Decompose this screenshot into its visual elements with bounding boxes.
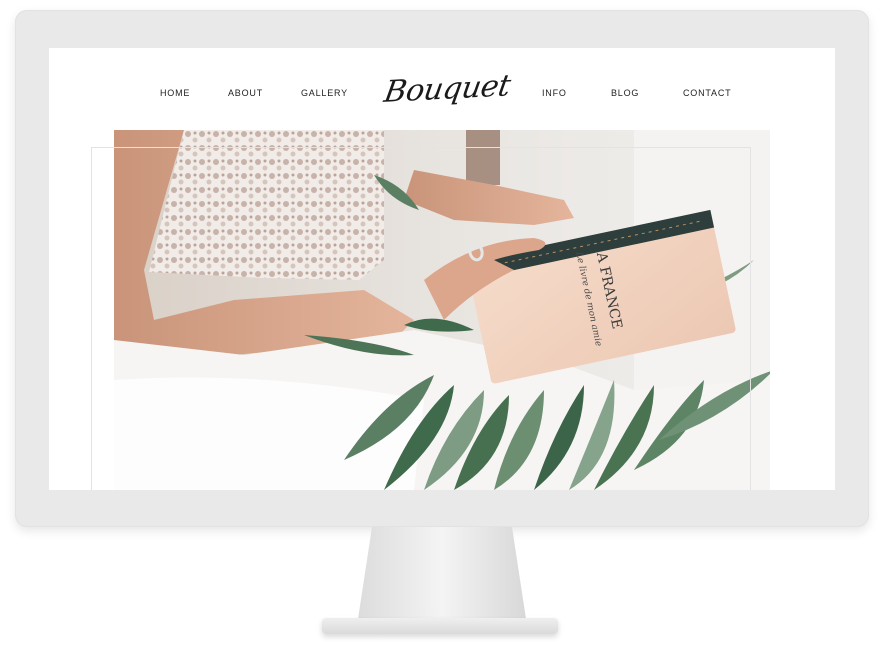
nav-contact-link[interactable]: CONTACT (683, 88, 731, 98)
main-navigation: HOME ABOUT GALLERY Bouquet INFO BLOG CON… (49, 48, 835, 130)
site-logo[interactable]: Bouquet (382, 64, 513, 114)
monitor-stand-base (322, 618, 558, 634)
monitor-stand-neck (358, 527, 526, 619)
nav-home-link[interactable]: HOME (160, 88, 190, 98)
monitor-mockup: HOME ABOUT GALLERY Bouquet INFO BLOG CON… (0, 0, 884, 646)
hero-photo: A FRANCE Le livre de mon amie (114, 130, 770, 490)
hero-illustration: A FRANCE Le livre de mon amie (114, 130, 770, 490)
nav-gallery-link[interactable]: GALLERY (301, 88, 348, 98)
logo-text: Bouquet (381, 68, 513, 110)
website-screen: HOME ABOUT GALLERY Bouquet INFO BLOG CON… (49, 48, 835, 490)
nav-about-link[interactable]: ABOUT (228, 88, 263, 98)
nav-info-link[interactable]: INFO (542, 88, 567, 98)
nav-blog-link[interactable]: BLOG (611, 88, 639, 98)
